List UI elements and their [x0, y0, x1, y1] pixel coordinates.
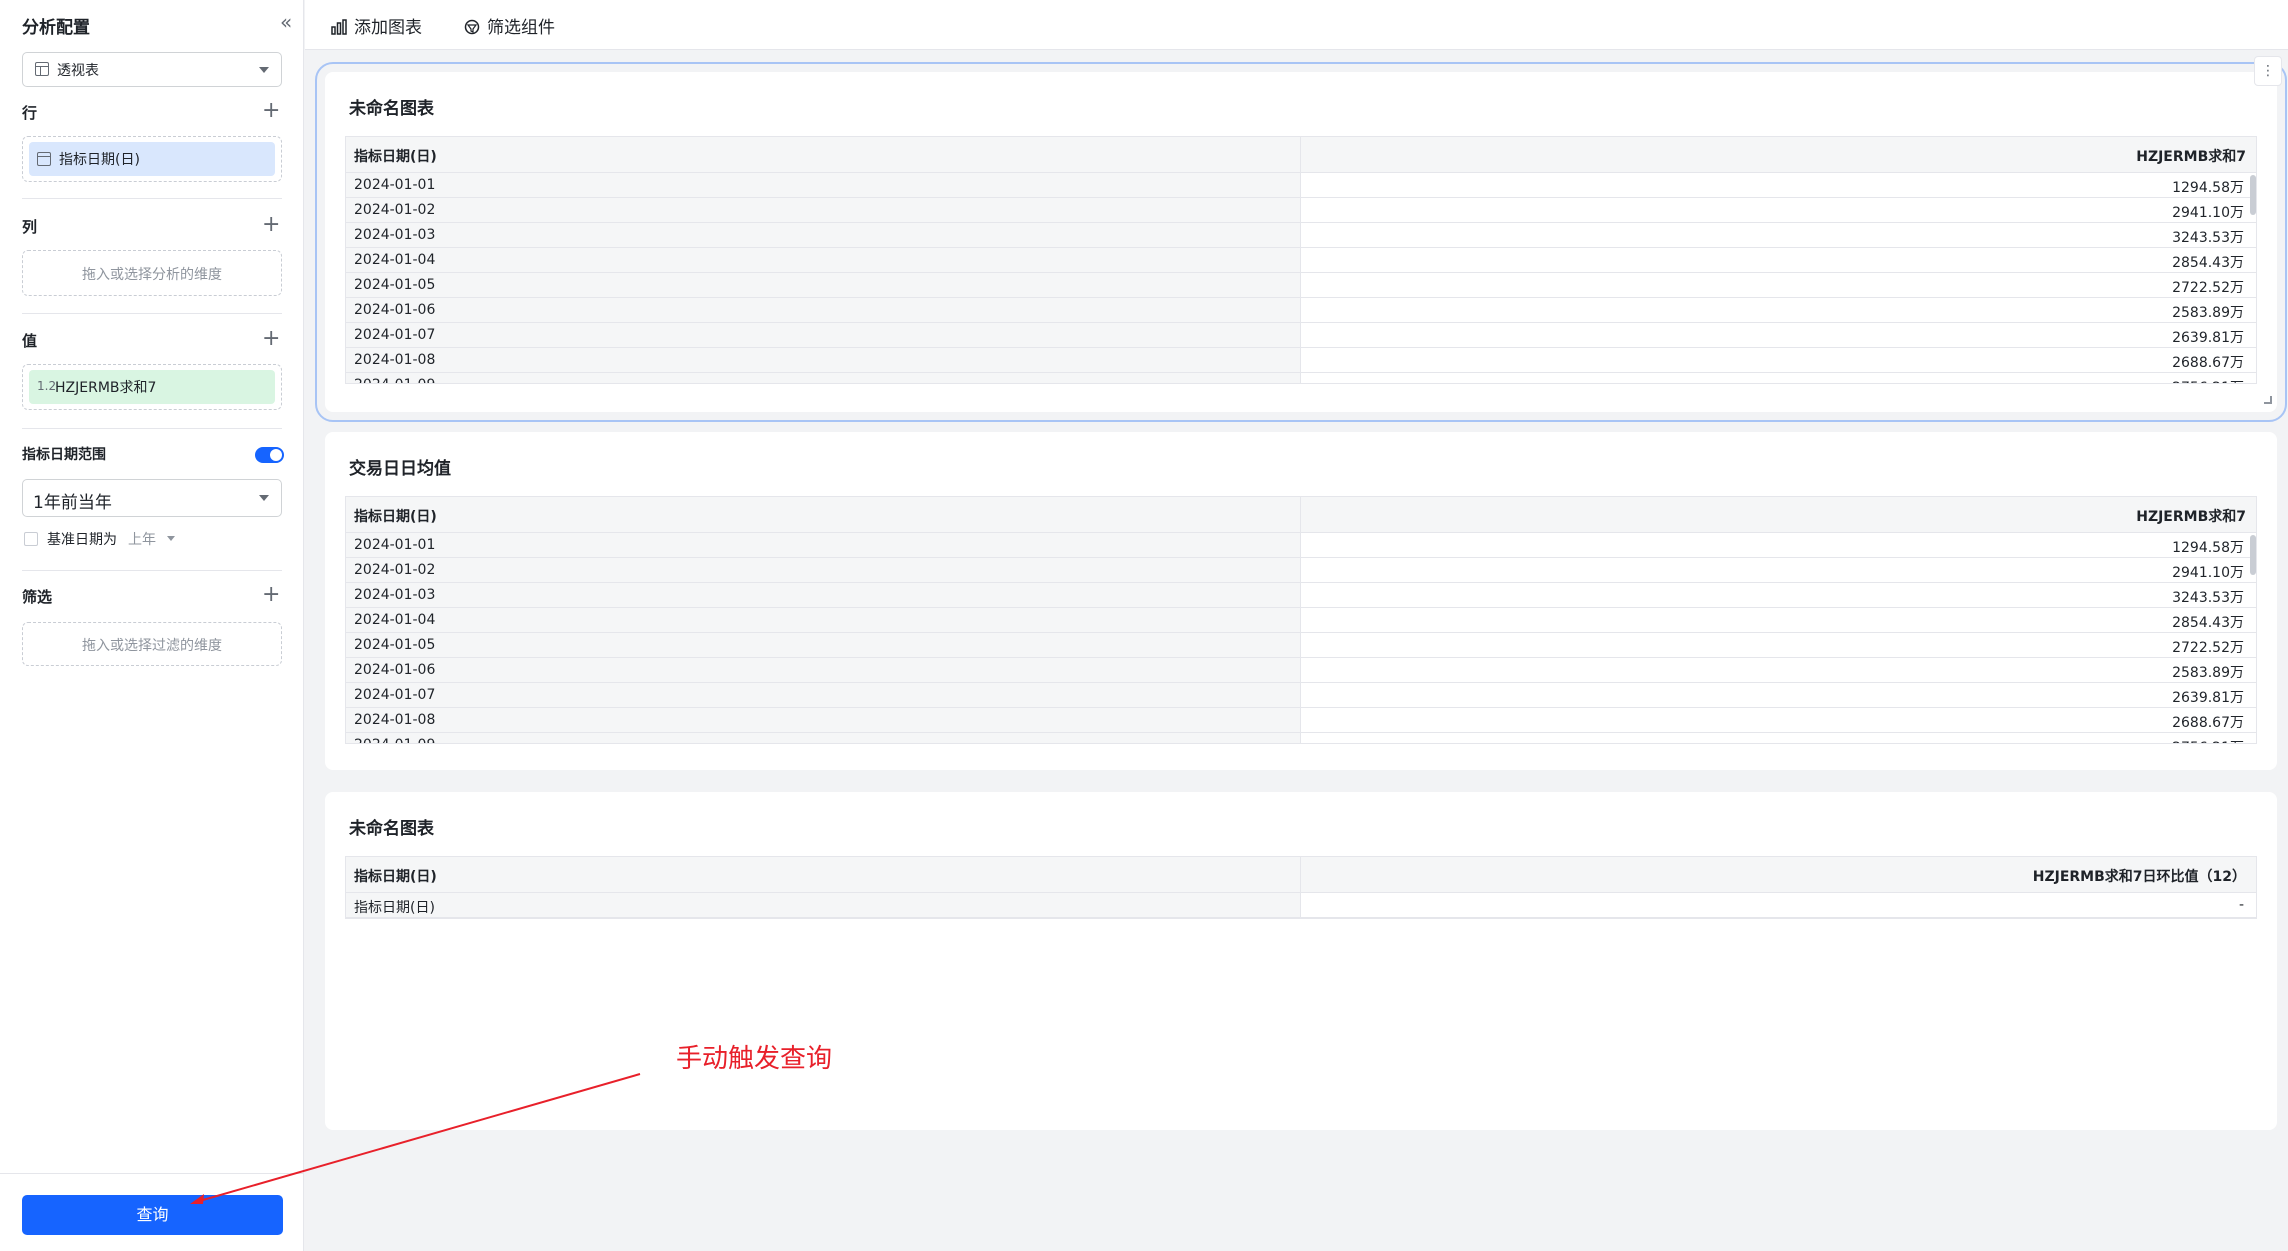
annotation-text: 手动触发查询: [676, 1044, 833, 1074]
annotation-arrow: [190, 1073, 641, 1204]
